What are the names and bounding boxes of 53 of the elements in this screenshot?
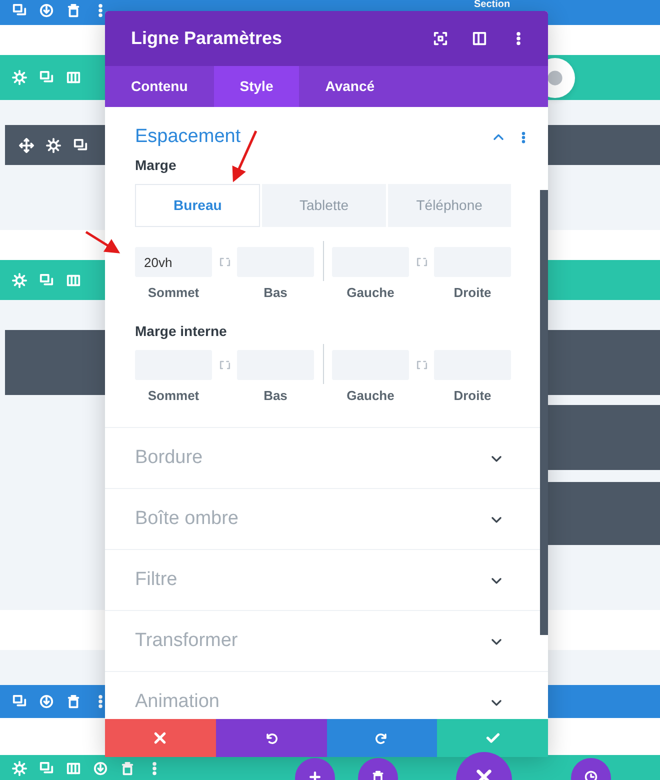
close-icon xyxy=(153,731,168,745)
link-icon[interactable] xyxy=(414,255,428,269)
tab[interactable]: Avancé xyxy=(299,66,401,107)
sidebar-icon[interactable] xyxy=(472,31,487,46)
field-caption: Droite xyxy=(454,386,492,404)
section-title[interactable]: Boîte ombre xyxy=(135,504,490,534)
trash-icon[interactable] xyxy=(66,694,81,709)
field-caption: Bas xyxy=(264,386,288,404)
section-title[interactable]: Espacement xyxy=(135,122,492,152)
scrollbar[interactable] xyxy=(540,190,548,635)
download-icon[interactable] xyxy=(39,3,54,18)
link-icon[interactable] xyxy=(218,255,232,269)
check-icon xyxy=(486,731,500,745)
section-title[interactable]: Bordure xyxy=(135,444,490,472)
section-title[interactable]: Transformer xyxy=(135,626,490,656)
tab[interactable]: Contenu xyxy=(105,66,214,107)
panel-title: Ligne Paramètres xyxy=(131,27,284,50)
columns-icon[interactable] xyxy=(66,272,81,288)
tab[interactable]: Style xyxy=(214,66,300,107)
trash-icon[interactable] xyxy=(120,761,135,776)
duplicate-icon[interactable] xyxy=(12,694,27,709)
section-title[interactable]: Filtre xyxy=(135,566,490,594)
device-tab[interactable]: Tablette xyxy=(262,184,386,227)
duplicate-icon[interactable] xyxy=(73,138,88,152)
device-tab[interactable]: Téléphone xyxy=(388,184,511,227)
history-icon xyxy=(584,770,598,780)
duplicate-icon[interactable] xyxy=(12,3,27,18)
download-icon[interactable] xyxy=(39,694,54,709)
field-label: Marge interne xyxy=(135,322,228,341)
field-label: Marge xyxy=(135,156,178,175)
columns-icon[interactable] xyxy=(66,761,81,776)
field-caption: Gauche xyxy=(346,284,394,302)
field-caption: Gauche xyxy=(346,386,394,404)
gear-icon[interactable] xyxy=(46,138,61,152)
input-field[interactable]: 20vh xyxy=(135,247,212,277)
add-icon xyxy=(308,770,322,780)
field-caption: Sommet xyxy=(148,386,200,404)
save-button[interactable] xyxy=(437,719,548,757)
annotation-arrow xyxy=(85,230,120,254)
device-tab[interactable]: Bureau xyxy=(135,184,260,227)
field-caption: Droite xyxy=(454,284,492,302)
undo-icon xyxy=(264,731,278,745)
fullscreen-icon[interactable] xyxy=(433,31,448,46)
section-label: Section xyxy=(474,0,510,10)
columns-icon[interactable] xyxy=(66,70,81,85)
field-caption: Bas xyxy=(264,284,288,302)
trash-icon xyxy=(371,770,385,780)
download-icon[interactable] xyxy=(93,761,108,776)
trash-icon[interactable] xyxy=(66,3,81,18)
section-title[interactable]: Animation xyxy=(135,688,490,716)
redo-icon xyxy=(374,731,389,745)
field-caption: Sommet xyxy=(148,284,200,302)
move-icon[interactable] xyxy=(19,138,34,152)
